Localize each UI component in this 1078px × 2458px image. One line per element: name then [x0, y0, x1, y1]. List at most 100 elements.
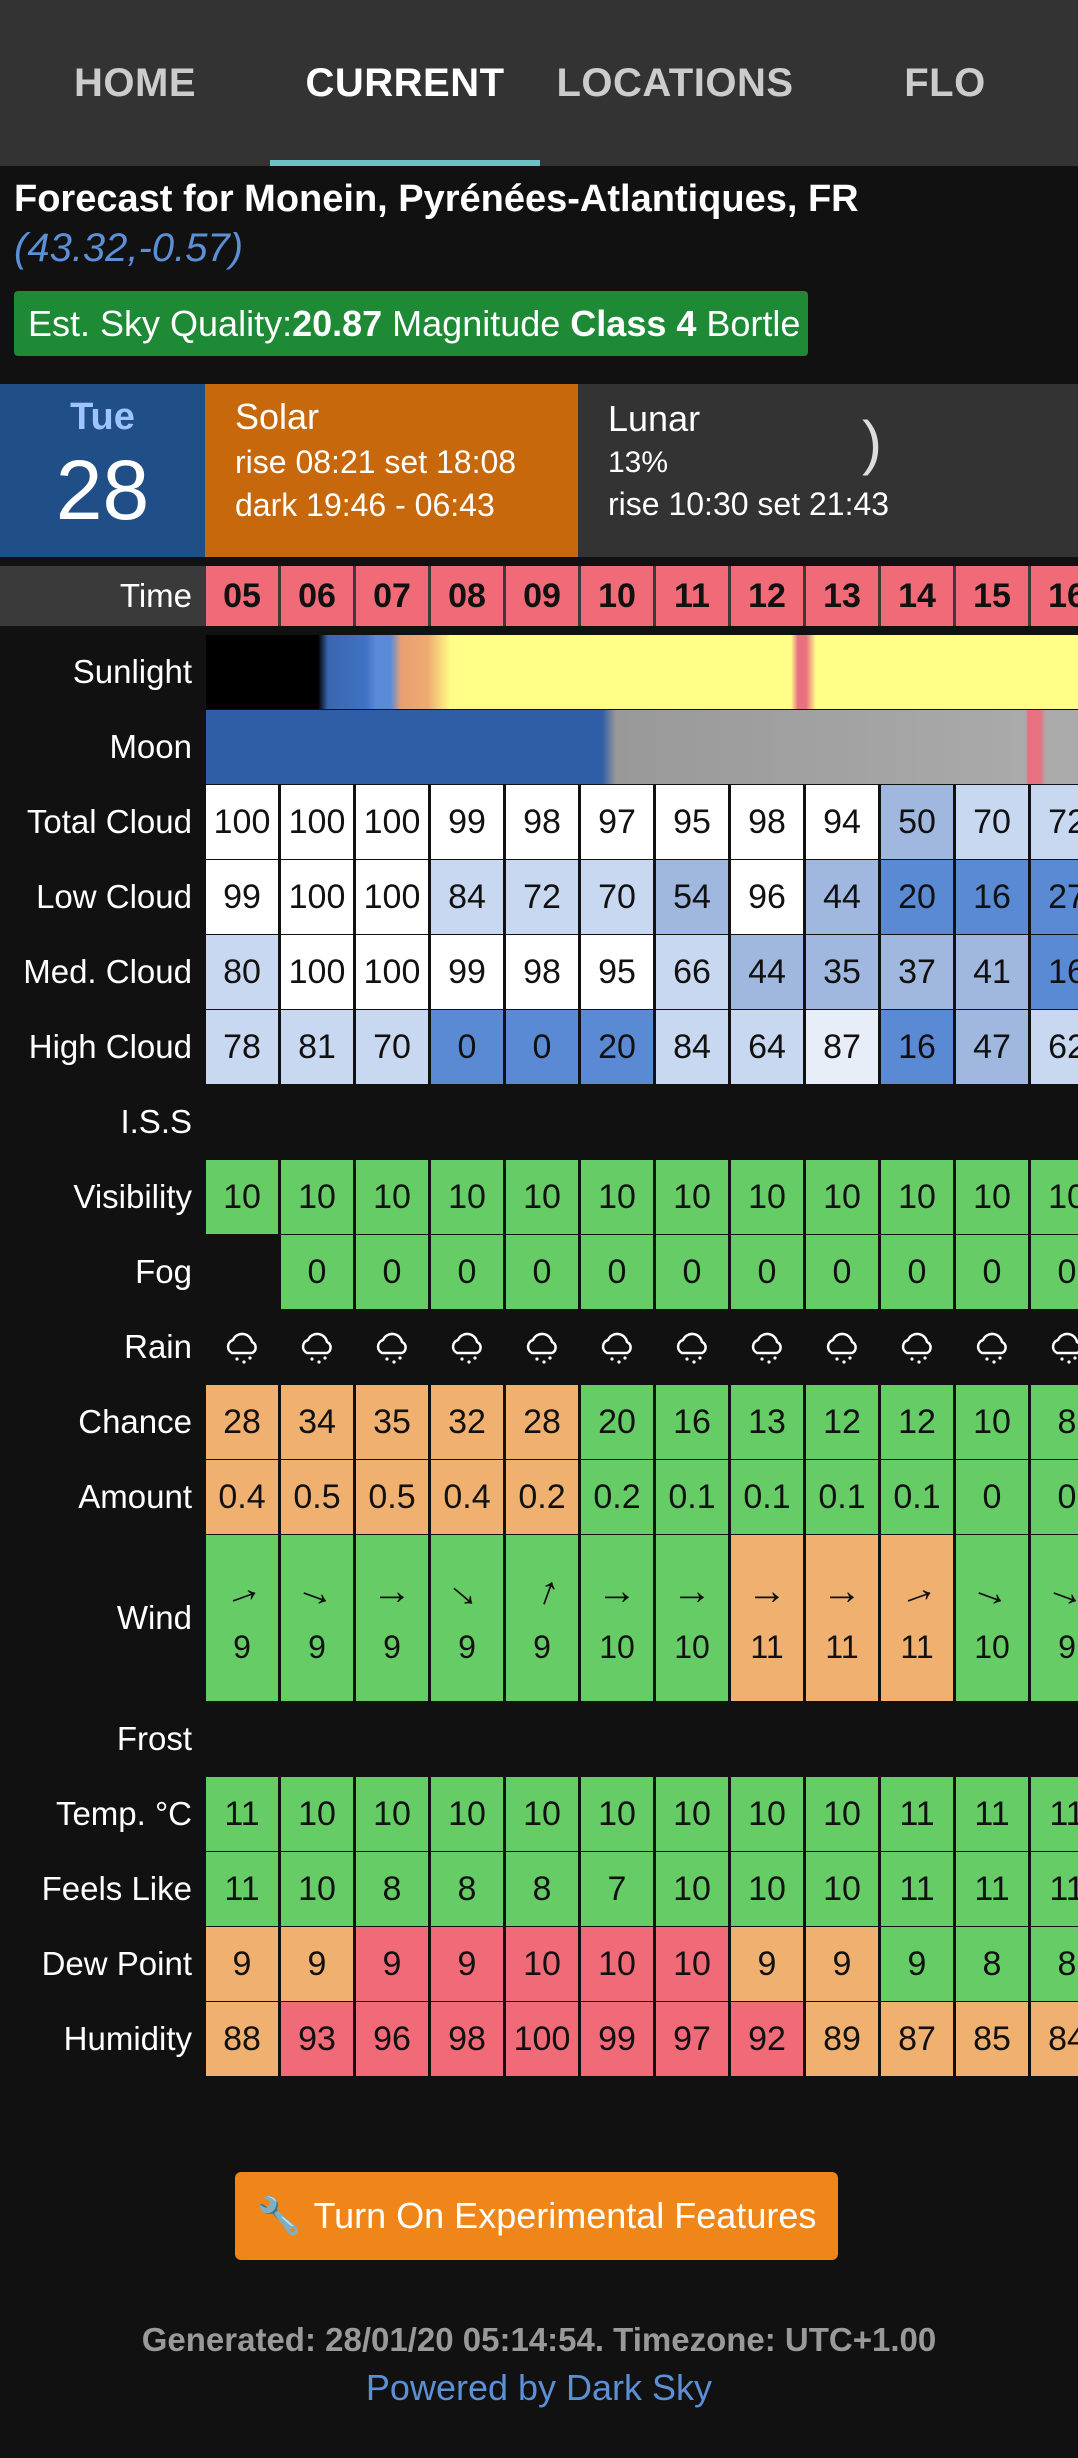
tab-locations[interactable]: LOCATIONS: [540, 0, 810, 166]
low-cloud-cell: 20: [881, 860, 953, 934]
total-cloud-cell: 50: [881, 785, 953, 859]
rain-chance-cell: 12: [806, 1385, 878, 1459]
humidity-cell: 92: [731, 2002, 803, 2076]
visibility-cell: 10: [431, 1160, 503, 1234]
low-cloud-cell: 100: [356, 860, 428, 934]
temp-cell: 10: [731, 1777, 803, 1851]
solar-dark-label: dark: [235, 487, 307, 523]
solar-rise: 08:21: [295, 444, 376, 480]
rain-chance-cell: 8: [1031, 1385, 1078, 1459]
row-label: Rain: [124, 1328, 192, 1365]
dew-point-cell: 9: [281, 1927, 353, 2001]
experimental-features-label: Turn On Experimental Features: [313, 2195, 817, 2236]
fog-cell: 0: [506, 1235, 578, 1309]
wind-arrow-icon: →: [437, 1560, 497, 1621]
row-label: Time: [119, 577, 192, 614]
rain-chance-cell: 12: [881, 1385, 953, 1459]
feels-like-cell: 8: [356, 1852, 428, 1926]
humidity-cell: 97: [656, 2002, 728, 2076]
rain-amount-cell: 0: [956, 1460, 1028, 1534]
med-cloud-cell: 35: [806, 935, 878, 1009]
total-cloud-cell: 100: [206, 785, 278, 859]
rain-cloud-icon: [206, 1310, 278, 1384]
rain-amount-cell: 0.1: [806, 1460, 878, 1534]
temp-cell: 10: [656, 1777, 728, 1851]
total-cloud-cell: 99: [431, 785, 503, 859]
wind-arrow-icon: →: [672, 1568, 712, 1613]
tab-current[interactable]: CURRENT: [270, 0, 540, 166]
wind-arrow-icon: →: [514, 1564, 570, 1617]
fog-cell: 0: [1031, 1235, 1078, 1309]
rain-amount-cell: 0.4: [431, 1460, 503, 1534]
row-label: Sunlight: [72, 653, 192, 690]
humidity-cell: 88: [206, 2002, 278, 2076]
humidity-cell: 85: [956, 2002, 1028, 2076]
lunar-illumination: 13%: [608, 446, 669, 479]
sky-quality-badge: Est. Sky Quality: 20.87 Magnitude Class …: [14, 291, 808, 356]
temp-cell: 11: [881, 1777, 953, 1851]
fog-cell: 0: [581, 1235, 653, 1309]
temp-cell: 10: [506, 1777, 578, 1851]
powered-by-link[interactable]: Powered by Dark Sky: [0, 2367, 1078, 2409]
day-name: Tue: [70, 396, 135, 438]
sky-quality-value: 20.87: [292, 302, 383, 344]
time-cell: 14: [881, 566, 953, 626]
row-label: Visibility: [73, 1178, 192, 1215]
lunar-title: Lunar: [608, 398, 701, 439]
temp-cell: 10: [581, 1777, 653, 1851]
wind-speed: 9: [383, 1628, 401, 1665]
total-cloud-cell: 100: [281, 785, 353, 859]
rain-chance-cell: 28: [206, 1385, 278, 1459]
rain-chance-cell: 32: [431, 1385, 503, 1459]
wind-cell: → 10: [956, 1535, 1028, 1701]
tab-flo[interactable]: FLO: [810, 0, 1078, 166]
temp-cell: 10: [356, 1777, 428, 1851]
wind-arrow-icon: →: [747, 1568, 787, 1613]
dew-point-cell: 8: [1031, 1927, 1078, 2001]
feels-like-cell: 8: [431, 1852, 503, 1926]
experimental-features-button[interactable]: 🔧 Turn On Experimental Features: [235, 2172, 838, 2260]
wind-arrow-icon: →: [372, 1568, 412, 1613]
dew-point-cell: 9: [206, 1927, 278, 2001]
low-cloud-cell: 72: [506, 860, 578, 934]
fog-cell: 0: [356, 1235, 428, 1309]
feels-like-cell: 7: [581, 1852, 653, 1926]
dew-point-cell: 9: [431, 1927, 503, 2001]
tab-home[interactable]: HOME: [0, 0, 270, 166]
row-label: Total Cloud: [26, 803, 192, 840]
moon-phase-icon: ): [862, 409, 882, 476]
feels-like-cell: 10: [806, 1852, 878, 1926]
dew-point-cell: 9: [881, 1927, 953, 2001]
lunar-rise: 10:30: [668, 486, 749, 522]
visibility-cell: 10: [581, 1160, 653, 1234]
sky-quality-suffix: Bortle: [696, 302, 801, 344]
generated-timestamp: Generated: 28/01/20 05:14:54. Timezone: …: [141, 2321, 937, 2358]
sky-quality-prefix: Est. Sky Quality:: [28, 302, 293, 344]
rain-chance-cell: 16: [656, 1385, 728, 1459]
visibility-cell: 10: [356, 1160, 428, 1234]
row-label: Amount: [78, 1478, 192, 1515]
visibility-cell: 10: [731, 1160, 803, 1234]
solar-rise-label: rise: [235, 444, 296, 480]
sunlight-bar: [206, 635, 1078, 709]
wind-speed: 9: [458, 1628, 476, 1665]
wind-speed: 11: [825, 1628, 859, 1665]
lunar-set-label: set: [748, 486, 809, 522]
day-box: Tue 28: [0, 384, 205, 557]
med-cloud-cell: 100: [281, 935, 353, 1009]
humidity-cell: 89: [806, 2002, 878, 2076]
dew-point-cell: 10: [581, 1927, 653, 2001]
feels-like-cell: 11: [956, 1852, 1028, 1926]
total-cloud-cell: 97: [581, 785, 653, 859]
high-cloud-cell: 78: [206, 1010, 278, 1084]
wind-arrow-icon: →: [1040, 1562, 1078, 1619]
wind-cell: → 9: [506, 1535, 578, 1701]
wind-cell: → 9: [431, 1535, 503, 1701]
total-cloud-cell: 98: [731, 785, 803, 859]
wind-cell: → 9: [1031, 1535, 1078, 1701]
wrench-icon: 🔧: [256, 2195, 302, 2236]
lunar-box: Lunar 13% rise 10:30 set 21:43: [578, 384, 1078, 557]
time-cell: 12: [731, 566, 803, 626]
wind-arrow-icon: →: [215, 1562, 269, 1619]
fog-cell: 0: [956, 1235, 1028, 1309]
